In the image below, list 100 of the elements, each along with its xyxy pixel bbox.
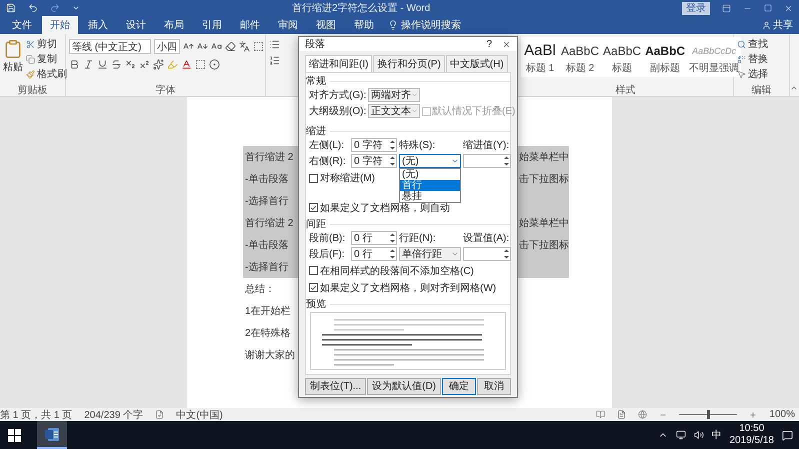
font-name-field[interactable]: 等线 (中文正文) [69,39,151,54]
phonetic-guide-icon[interactable] [239,41,250,52]
spin-field[interactable] [463,154,511,168]
ribbon-tab[interactable]: 帮助 [346,16,382,34]
dialog-button[interactable]: 设为默认值(D) [367,378,441,394]
web-layout-icon[interactable] [638,410,648,419]
italic-icon[interactable] [83,59,94,70]
windows-logo-icon[interactable] [8,428,21,442]
dialog-button[interactable]: 确定 [442,378,476,394]
tell-me-search[interactable]: 操作说明搜索 [384,16,465,34]
spin-field[interactable]: 0 字符 [351,138,397,152]
field-label: 段前(B): [309,232,346,245]
ribbon-tab[interactable]: 布局 [156,16,192,34]
ribbon-tab[interactable]: 审阅 [270,16,306,34]
dropdown-option[interactable]: 首行 [400,180,460,191]
underline-icon[interactable] [97,59,108,70]
document-text: 总结： [245,282,275,296]
volume-icon[interactable] [694,430,704,440]
ribbon-tab[interactable]: 插入 [80,16,116,34]
strikethrough-icon[interactable] [111,59,122,70]
field-label: 左侧(L): [309,139,345,152]
group-label: 编辑 [752,84,772,96]
style-item[interactable]: AaBbC 标题 [601,37,644,77]
undo-icon[interactable] [28,3,38,13]
close-icon[interactable] [502,40,511,48]
superscript-icon[interactable] [139,59,150,70]
style-item[interactable]: AaBl 标题 1 [521,37,559,77]
checkbox[interactable] [309,174,318,182]
spinner-icon[interactable] [503,155,510,167]
dropdown[interactable]: 单倍行距 [399,247,461,261]
sign-in-button[interactable]: 登录 [682,2,710,14]
ribbon-tab[interactable]: 邮件 [232,16,268,34]
zoom-in-icon[interactable] [749,410,758,418]
person-icon [762,20,771,30]
dropdown[interactable]: 两端对齐 [368,88,420,102]
character-border-icon[interactable] [253,41,264,52]
print-layout-icon[interactable] [617,410,626,419]
font-color-icon[interactable] [181,59,192,70]
copy-button[interactable]: 复制 [26,52,67,66]
character-shading-icon[interactable] [195,59,206,70]
share-button[interactable]: 共享 [762,16,793,34]
dialog-tab[interactable]: 缩进和间距(I) [305,55,372,72]
spin-field[interactable]: 0 字符 [351,154,397,168]
help-button[interactable]: ? [486,38,492,50]
caret-icon[interactable] [72,4,80,12]
word-count[interactable]: 204/239 个字 [84,408,144,422]
caret-icon [451,250,459,258]
read-mode-icon[interactable] [596,410,606,419]
ribbon-display-icon[interactable] [722,4,731,12]
enclose-character-icon[interactable] [209,59,220,70]
ribbon-tab[interactable]: 引用 [194,16,230,34]
taskbar-app-button[interactable] [37,421,67,449]
clock[interactable]: 10:50 2019/5/18 [730,423,774,447]
spin-field[interactable]: 0 行 [351,231,397,245]
spinner-icon[interactable] [503,248,510,260]
spin-field[interactable]: 0 行 [351,247,397,261]
maximize-icon[interactable] [764,4,772,12]
text-effects-icon[interactable] [153,59,164,70]
checkbox[interactable] [309,203,318,212]
zoom-level[interactable]: 100% [769,409,795,420]
ribbon-tab[interactable]: 开始 [42,16,78,34]
dialog-button[interactable]: 制表位(T)... [305,378,366,394]
collapse-ribbon-icon[interactable] [790,84,798,92]
network-icon[interactable] [676,430,686,440]
clear-format-icon[interactable] [225,41,236,52]
proofing-icon [155,410,164,419]
dialog-button[interactable]: 取消 [477,378,511,394]
field-label: 设置值(A): [463,232,510,245]
ribbon-tab[interactable]: 视图 [308,16,344,34]
spinner-icon[interactable] [389,139,396,151]
language-indicator[interactable]: 中文(中国) [176,408,223,422]
bold-icon[interactable] [69,59,80,70]
ribbon-tab[interactable]: 设计 [118,16,154,34]
style-item[interactable]: AaBbC 标题 2 [559,37,602,77]
field-label: 段后(F): [309,248,346,261]
spinner-icon[interactable] [389,232,396,244]
copy-icon [26,54,35,64]
spinner-icon[interactable] [389,248,396,260]
dropdown[interactable]: 正文文本 [368,104,420,118]
style-item[interactable]: AaBbC 副标题 [643,37,688,77]
spinner-icon[interactable] [389,155,396,167]
spin-field[interactable] [463,247,511,261]
save-icon[interactable] [6,3,16,13]
dialog-tab[interactable]: 中文版式(H) [446,55,508,72]
field-label: 大纲级别(O): [309,104,366,118]
document-text: 击下拉图标 [519,238,569,252]
font-size-field[interactable]: 小四 [154,39,180,54]
redo-icon[interactable] [50,3,60,13]
cut-button[interactable]: 剪切 [26,37,67,51]
input-method-indicator[interactable]: 中 [712,428,722,442]
checkbox[interactable] [309,283,318,292]
slider-thumb[interactable] [707,410,710,419]
ribbon-tab[interactable]: 文件 [4,16,40,34]
dialog-tab[interactable]: 换行和分页(P) [373,55,445,72]
section-heading: 缩进 [306,124,326,138]
checkbox[interactable] [309,266,318,275]
subscript-icon[interactable] [125,59,136,70]
format-painter-button[interactable]: 格式刷 [26,67,67,81]
paste-button[interactable]: 粘贴 [3,37,23,83]
notification-icon[interactable] [782,430,793,440]
